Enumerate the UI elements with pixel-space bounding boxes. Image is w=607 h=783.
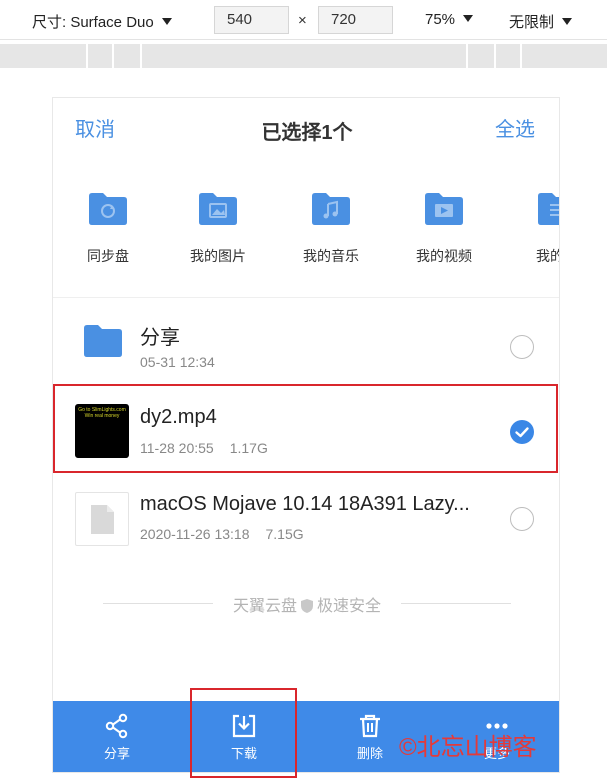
page-title: 已选择1个 <box>261 122 353 144</box>
delete-label: 删除 <box>356 746 383 761</box>
quick-item-pictures[interactable]: 我的图片 <box>168 192 268 266</box>
share-label: 分享 <box>103 746 130 761</box>
device-selector[interactable]: 尺寸: Surface Duo <box>32 11 172 32</box>
quick-label: 我的视频 <box>416 248 472 264</box>
file-name: 分享 <box>140 327 180 349</box>
ruler-divider <box>140 44 142 68</box>
zoom-label: 75% <box>425 11 456 28</box>
device-label: 尺寸: Surface Duo <box>32 14 154 31</box>
quick-label: 我的音乐 <box>303 248 359 264</box>
file-row-folder[interactable]: 分享 05-31 12:34 <box>53 304 559 390</box>
brand-tagline: 极速安全 <box>317 598 382 615</box>
trash-icon <box>360 714 380 738</box>
file-meta: 05-31 12:34 <box>140 354 215 370</box>
quick-item-sync[interactable]: 同步盘 <box>58 192 158 266</box>
ruler-divider <box>466 44 468 68</box>
section-divider <box>53 297 559 298</box>
devtools-toolbar: 尺寸: Surface Duo 540 × 720 75% 无限制 <box>0 0 607 40</box>
file-name: macOS Mojave 10.14 18A391 Lazy... <box>140 493 470 515</box>
folder-icon <box>75 322 129 376</box>
file-date: 05-31 12:34 <box>140 354 215 370</box>
quick-label: 我的文 <box>536 248 559 264</box>
delete-button[interactable]: 删除 <box>330 701 410 772</box>
video-folder-icon <box>424 192 464 226</box>
chevron-down-icon <box>463 15 474 22</box>
quick-item-documents[interactable]: 我的文 <box>507 192 559 266</box>
select-all-button[interactable]: 全选 <box>495 113 535 142</box>
dimension-separator: × <box>298 12 307 29</box>
sync-folder-icon <box>88 192 128 226</box>
selected-file-highlight <box>53 384 558 473</box>
throttle-label: 无限制 <box>509 14 555 31</box>
chevron-down-icon <box>161 18 172 25</box>
quick-label: 同步盘 <box>87 248 129 264</box>
footer-brand: 天翼云盘 极速安全 <box>53 592 559 618</box>
select-radio[interactable] <box>510 335 534 359</box>
download-highlight <box>190 688 297 778</box>
chevron-down-icon <box>562 18 573 25</box>
width-input[interactable]: 540 <box>214 6 289 34</box>
ruler-divider <box>86 44 88 68</box>
quick-label: 我的图片 <box>190 248 246 264</box>
watermark: ©北忘山博客 <box>399 734 537 761</box>
zoom-selector[interactable]: 75% <box>425 11 474 28</box>
file-row-document[interactable]: macOS Mojave 10.14 18A391 Lazy... 2020-1… <box>53 476 559 562</box>
file-date: 2020-11-26 13:18 <box>140 526 250 542</box>
ruler-divider <box>520 44 522 68</box>
quick-item-music[interactable]: 我的音乐 <box>281 192 381 266</box>
height-input[interactable]: 720 <box>318 6 393 34</box>
document-folder-icon <box>537 192 559 226</box>
ruler-divider <box>112 44 114 68</box>
quick-item-videos[interactable]: 我的视频 <box>394 192 494 266</box>
document-icon <box>75 492 129 546</box>
brand-name: 天翼云盘 <box>232 598 297 615</box>
share-button[interactable]: 分享 <box>77 701 157 772</box>
shield-icon <box>301 599 313 618</box>
ruler-divider <box>494 44 496 68</box>
share-icon <box>105 713 128 739</box>
media-query-bar[interactable] <box>0 44 607 68</box>
throttle-selector[interactable]: 无限制 <box>509 11 573 32</box>
select-radio[interactable] <box>510 507 534 531</box>
image-folder-icon <box>198 192 238 226</box>
file-size: 7.15G <box>265 526 304 542</box>
file-meta: 2020-11-26 13:18 7.15G <box>140 526 304 542</box>
music-folder-icon <box>311 192 351 226</box>
